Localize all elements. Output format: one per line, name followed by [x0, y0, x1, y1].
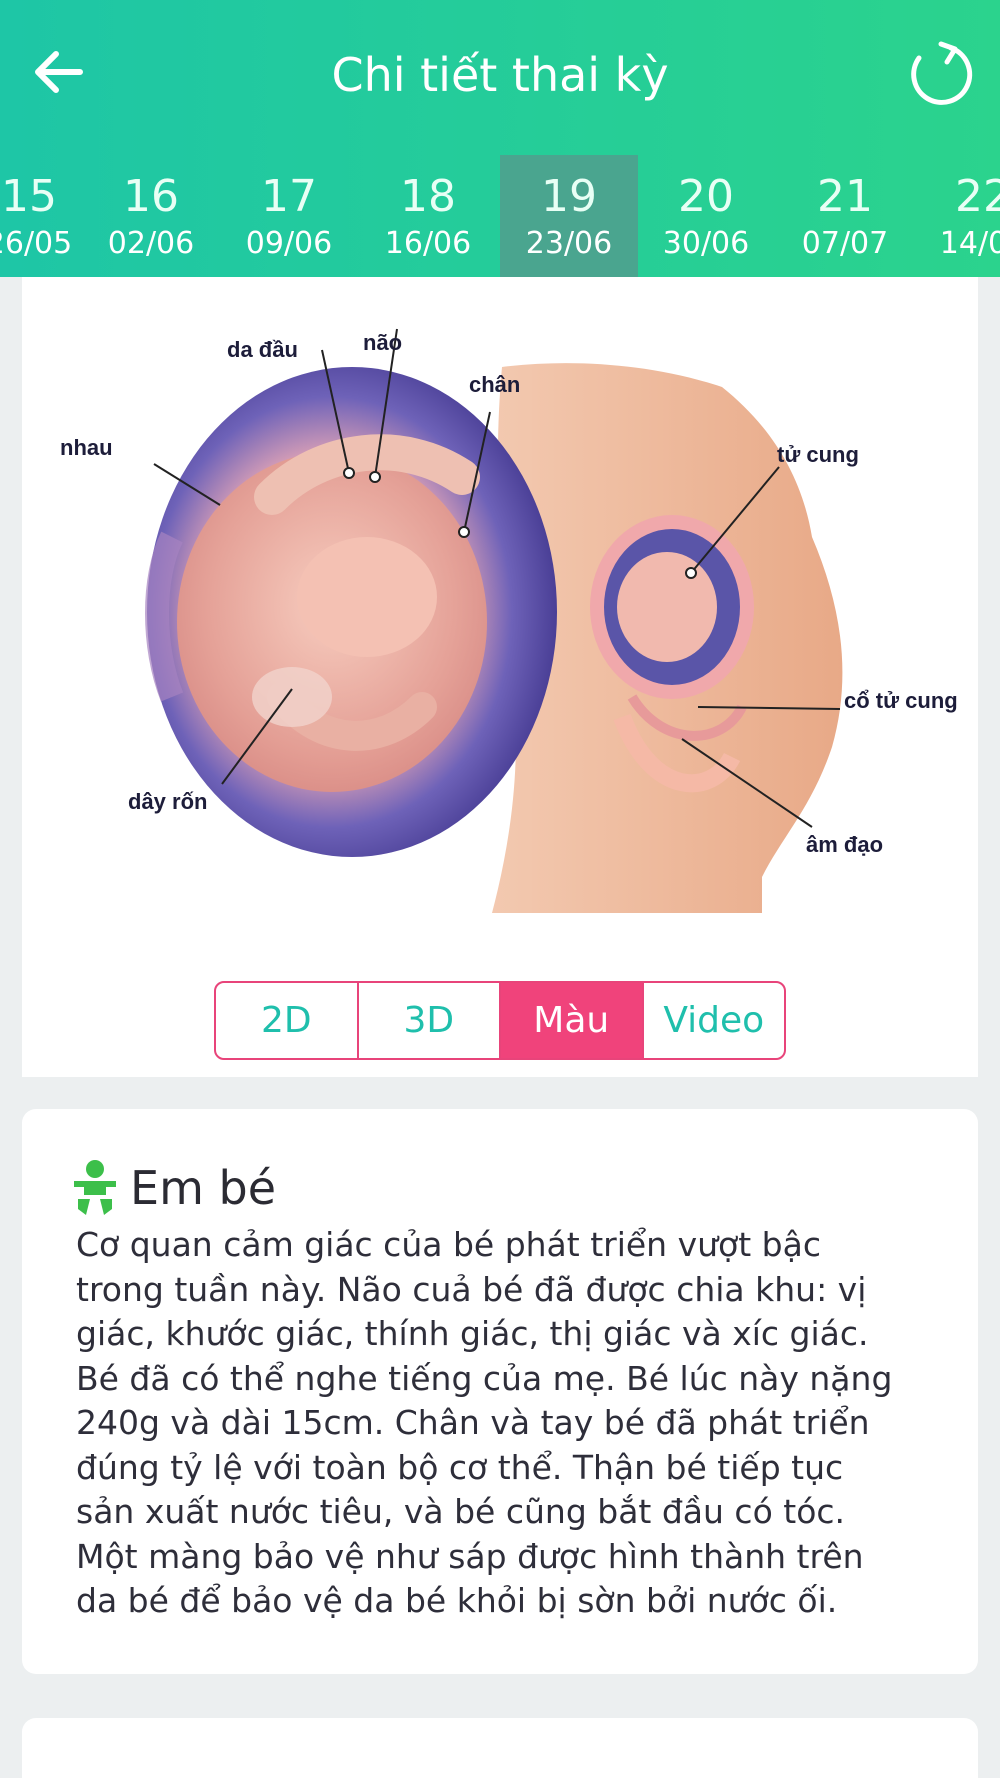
description-line: da bé để bảo vệ da bé khỏi bị sờn bởi nư… [76, 1581, 838, 1620]
week-tab[interactable]: 16 02/06 [82, 155, 220, 277]
week-tab[interactable]: 20 30/06 [637, 155, 775, 277]
week-tab[interactable]: 22 14/07 [914, 155, 1000, 277]
description-line: Cơ quan cảm giác của bé phát triển vượt … [76, 1225, 821, 1264]
view-color-button[interactable]: Màu [501, 983, 644, 1058]
week-date: 23/06 [525, 226, 613, 261]
week-number: 22 [955, 171, 1000, 222]
description-line: sản xuất nước tiêu, và bé cũng bắt đầu c… [76, 1492, 846, 1531]
week-number: 21 [817, 171, 873, 222]
label-brain: não [363, 330, 402, 355]
description-line: Một màng bảo vệ như sáp được hình thành … [76, 1536, 864, 1576]
label-leg: chân [469, 372, 520, 397]
week-selector[interactable]: 15 26/05 16 02/06 17 09/06 18 16/06 19 2… [0, 155, 1000, 277]
week-number: 20 [678, 171, 734, 222]
top-bar: Chi tiết thai kỳ [0, 0, 1000, 155]
baby-section-header: Em bé [72, 1159, 276, 1217]
view-video-button[interactable]: Video [644, 983, 785, 1058]
baby-description: Cơ quan cảm giác của bé phát triển vượt … [76, 1223, 946, 1624]
description-line: Bé đã có thể nghe tiếng của mẹ. Bé lúc n… [76, 1358, 893, 1398]
week-date: 09/06 [245, 226, 333, 261]
week-tab[interactable]: 21 07/07 [776, 155, 914, 277]
week-tab[interactable]: 17 09/06 [220, 155, 358, 277]
week-number: 17 [261, 171, 317, 222]
baby-info-card: Em bé Cơ quan cảm giác của bé phát triển… [22, 1109, 978, 1674]
week-date: 14/07 [939, 226, 1000, 261]
label-uterus: tử cung [777, 442, 859, 467]
description-line: đúng tỷ lệ với toàn bộ cơ thể. Thận bé t… [76, 1447, 844, 1487]
fetus-illustration-card: da đầu não chân nhau tử cung cổ tử cung … [22, 277, 978, 1077]
baby-icon [74, 1160, 116, 1215]
app-header: Chi tiết thai kỳ 15 26/05 16 02/06 17 09… [0, 0, 1000, 277]
page-title: Chi tiết thai kỳ [331, 48, 669, 102]
baby-section-title: Em bé [130, 1161, 276, 1215]
week-tab-selected[interactable]: 19 23/06 [500, 155, 638, 277]
view-2d-button[interactable]: 2D [216, 983, 359, 1058]
label-placenta: nhau [60, 435, 113, 460]
next-info-card [22, 1718, 978, 1778]
refresh-icon [911, 41, 973, 105]
week-date: 30/06 [662, 226, 750, 261]
week-number: 16 [123, 171, 179, 222]
description-line: 240g và dài 15cm. Chân và tay bé đã phát… [76, 1403, 870, 1442]
week-date: 02/06 [107, 226, 195, 261]
magnified-womb-shape [145, 367, 557, 857]
label-umbilical-cord: dây rốn [128, 789, 207, 814]
week-date: 07/07 [801, 226, 889, 261]
label-vagina: âm đạo [806, 832, 883, 857]
label-cervix: cổ tử cung [844, 688, 958, 713]
description-line: trong tuần này. Não cuả bé đã được chia … [76, 1269, 867, 1309]
week-date: 16/06 [384, 226, 472, 261]
view-mode-toggle: 2D 3D Màu Video [214, 981, 786, 1060]
week-number: 18 [400, 171, 456, 222]
week-number: 19 [541, 171, 597, 222]
week-tab[interactable]: 18 16/06 [359, 155, 497, 277]
view-3d-button[interactable]: 3D [359, 983, 501, 1058]
description-line: giác, khước giác, thính giác, thị giác v… [76, 1314, 869, 1353]
refresh-button[interactable] [905, 38, 973, 106]
label-scalp: da đầu [227, 337, 298, 362]
fetus-diagram: da đầu não chân nhau tử cung cổ tử cung … [60, 328, 958, 913]
